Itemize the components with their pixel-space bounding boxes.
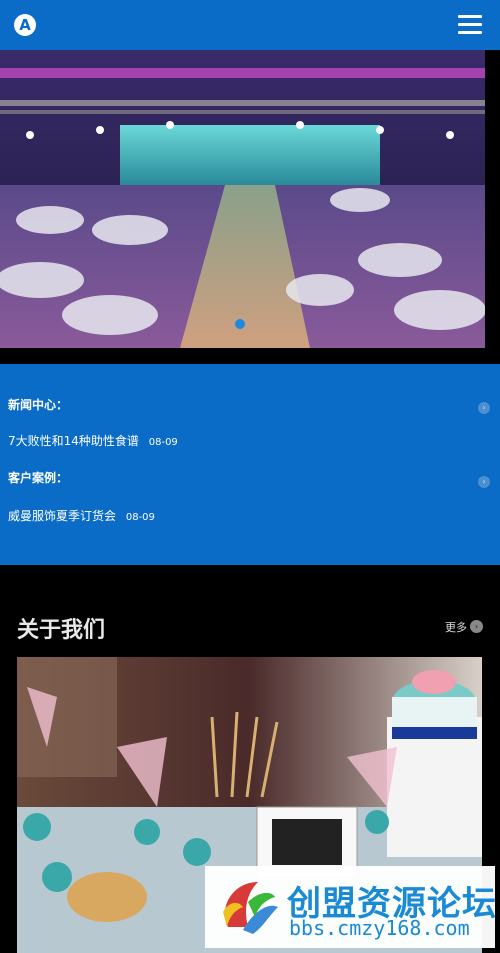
case-item-title[interactable]: 威曼服饰夏季订货会 <box>8 509 116 523</box>
logo-icon[interactable]: A <box>14 14 36 36</box>
case-item[interactable]: 威曼服饰夏季订货会 08-09 <box>8 507 155 524</box>
case-item-date: 08-09 <box>125 512 155 523</box>
more-arrow-icon[interactable]: › <box>470 620 483 633</box>
cases-label: 客户案例： <box>8 471 69 485</box>
news-panel: 新闻中心： › 7大败性和14种助性食谱 08-09 客户案例： › 威曼服饰夏… <box>0 364 500 565</box>
news-item-date: 08-09 <box>148 437 178 448</box>
top-header: A <box>0 0 500 50</box>
watermark-url: bbs.cmzy168.com <box>289 916 470 940</box>
more-link[interactable]: 更多 <box>445 619 467 635</box>
chevron-right-icon[interactable]: › <box>478 476 490 488</box>
slider-dot[interactable] <box>235 319 245 329</box>
menu-icon[interactable] <box>458 15 482 35</box>
chevron-right-icon[interactable]: › <box>478 402 490 414</box>
news-item[interactable]: 7大败性和14种助性食谱 08-09 <box>8 432 178 449</box>
news-center-label: 新闻中心： <box>8 398 69 412</box>
banner-slider[interactable] <box>0 50 485 348</box>
news-item-title[interactable]: 7大败性和14种助性食谱 <box>8 434 139 448</box>
watermark-logo: 创盟资源论坛 bbs.cmzy168.com <box>205 866 496 948</box>
about-title: 关于我们 <box>17 618 106 643</box>
